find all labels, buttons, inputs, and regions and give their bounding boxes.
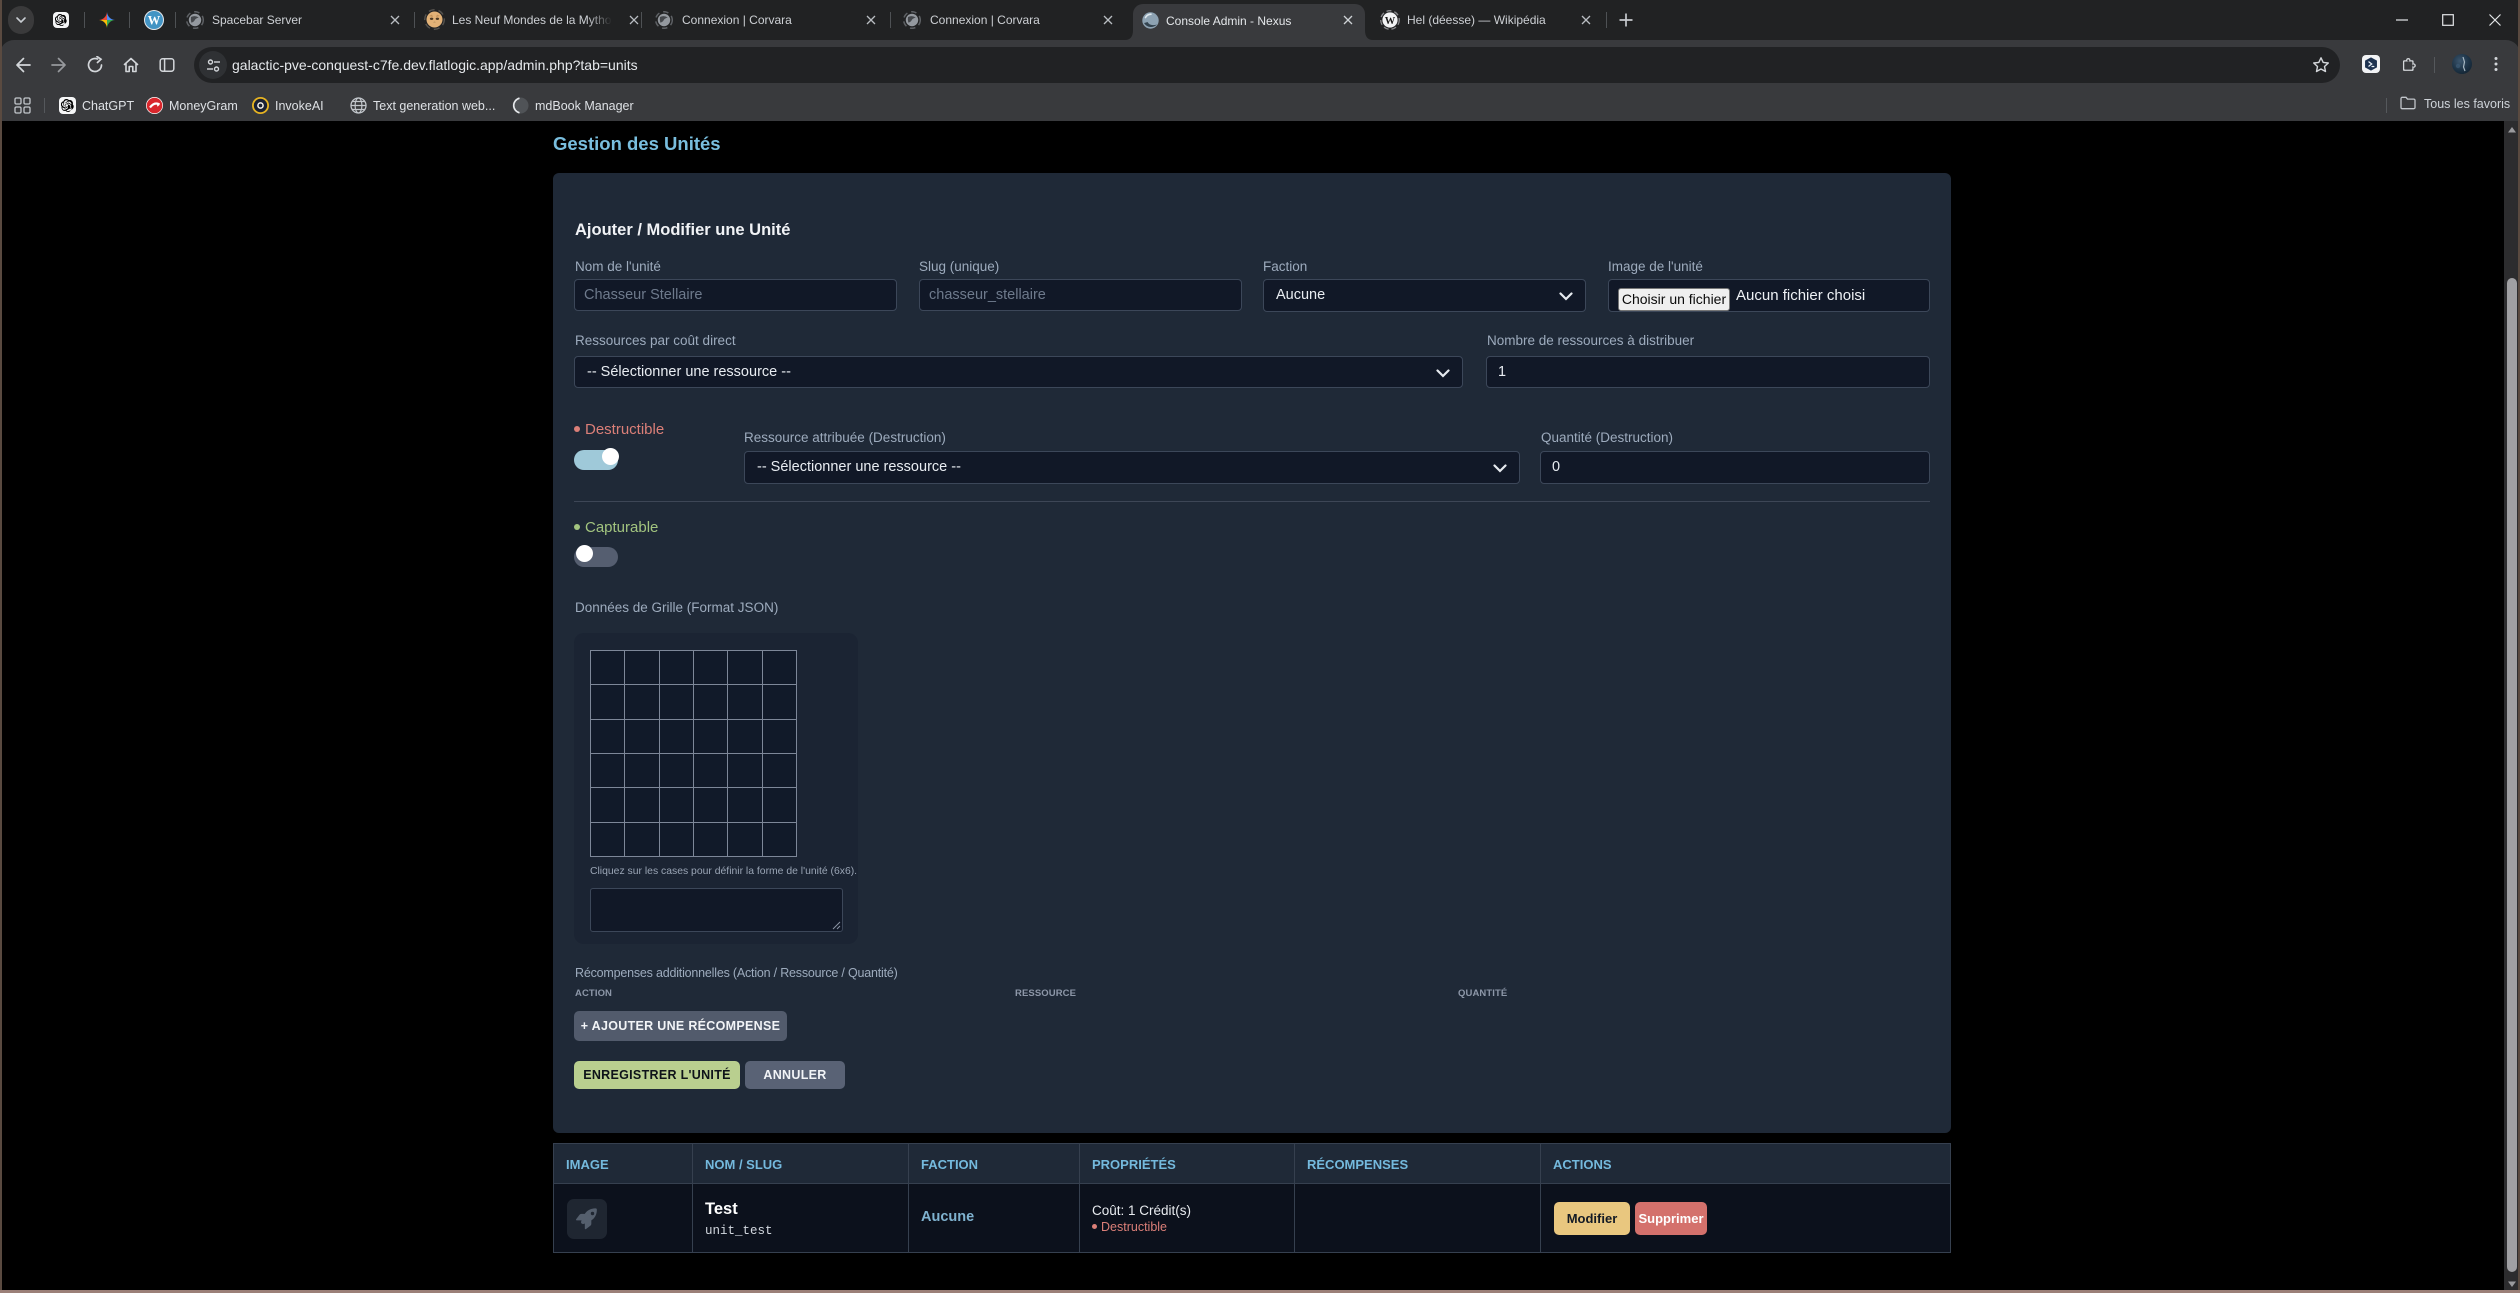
svg-text:W: W [1385,16,1396,27]
svg-text:W: W [148,14,161,28]
